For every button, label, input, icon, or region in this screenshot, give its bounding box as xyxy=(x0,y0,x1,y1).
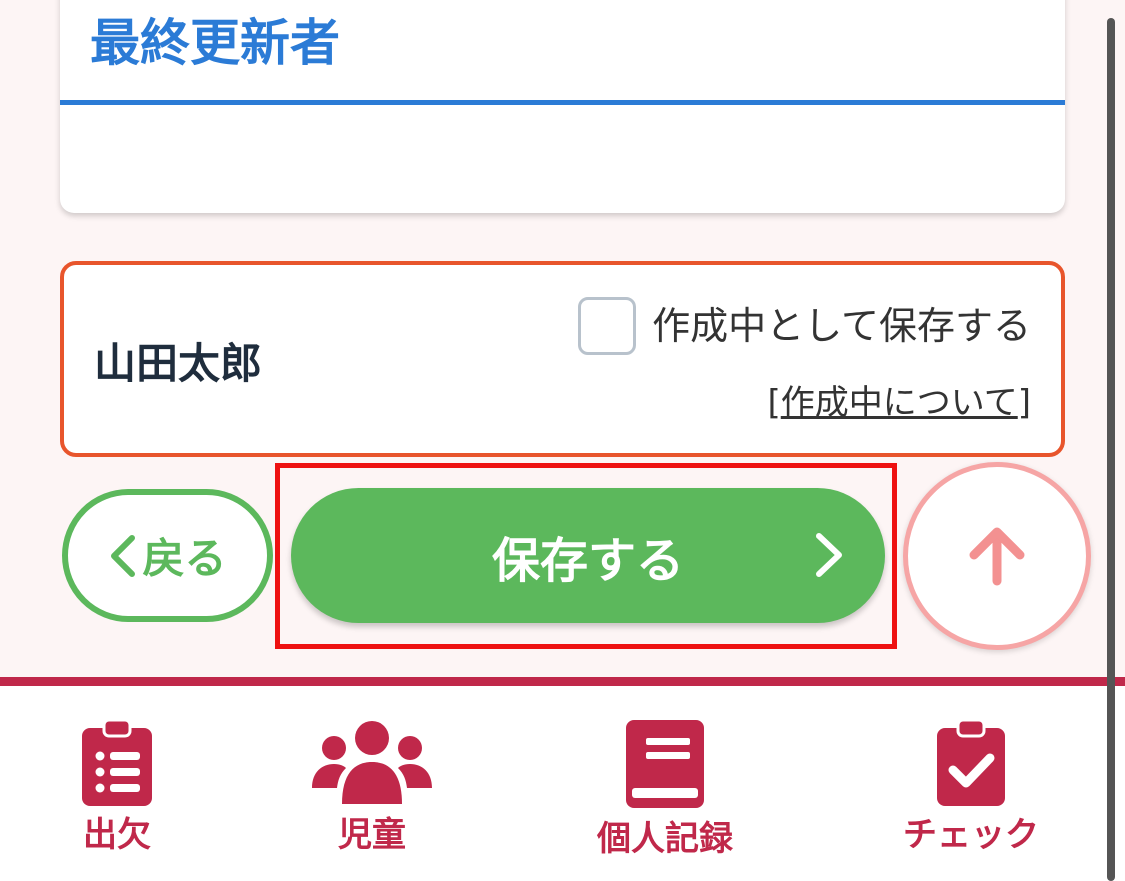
nav-label: 出欠 xyxy=(83,815,151,855)
save-button-label: 保存する xyxy=(491,532,684,589)
save-button[interactable]: 保存する xyxy=(291,488,885,623)
back-button-label: 戻る xyxy=(142,534,227,583)
users-icon xyxy=(312,721,432,804)
draft-option[interactable]: 作成中として保存する xyxy=(578,297,1031,355)
vertical-scrollbar[interactable] xyxy=(1107,18,1115,881)
clipboard-check-icon xyxy=(937,718,1005,806)
draft-about-link[interactable]: 作成中について xyxy=(781,383,1018,423)
chevron-left-icon xyxy=(111,534,136,577)
bracket-close: ] xyxy=(1017,383,1031,423)
nav-item-check[interactable]: チェック xyxy=(881,716,1061,852)
nav-label: チェック xyxy=(903,815,1039,855)
draft-checkbox[interactable] xyxy=(578,297,637,355)
author-name: 山田太郎 xyxy=(94,339,263,388)
bracket-open: [ xyxy=(767,383,781,423)
book-icon xyxy=(626,720,704,808)
card-divider xyxy=(60,100,1065,105)
clipboard-list-icon xyxy=(82,718,152,806)
scroll-top-button[interactable] xyxy=(903,462,1091,650)
draft-checkbox-label[interactable]: 作成中として保存する xyxy=(652,307,1031,345)
chevron-right-icon xyxy=(816,533,842,577)
author-box: 山田太郎 作成中として保存する [作成中について] xyxy=(60,261,1065,457)
nav-label: 個人記録 xyxy=(597,819,733,859)
nav-item-children[interactable]: 児童 xyxy=(282,716,462,852)
draft-about: [作成中について] xyxy=(767,386,1031,420)
nav-item-personal-record[interactable]: 個人記録 xyxy=(575,716,755,856)
back-button[interactable]: 戻る xyxy=(62,489,273,622)
nav-item-attendance[interactable]: 出欠 xyxy=(27,716,207,852)
arrow-up-icon xyxy=(969,527,1025,586)
bottom-navigation: 出欠 児童 個人記録 チェック xyxy=(0,677,1125,881)
card-title: 最終更新者 xyxy=(90,14,340,72)
last-updater-card: 最終更新者 xyxy=(60,0,1065,213)
nav-label: 児童 xyxy=(338,815,406,855)
